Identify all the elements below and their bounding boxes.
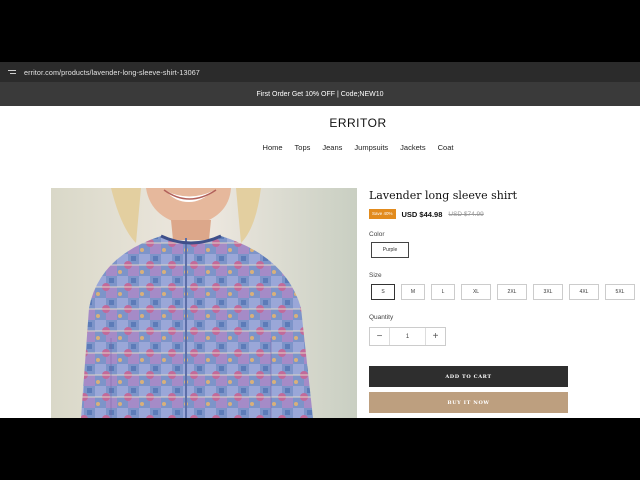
quantity-plus-button[interactable]: +: [426, 328, 445, 345]
product-title: Lavender long sleeve shirt: [369, 189, 518, 202]
nav-jeans[interactable]: Jeans: [322, 143, 342, 152]
add-to-cart-button[interactable]: ADD TO CART: [369, 366, 568, 387]
size-option-xl[interactable]: XL: [461, 284, 491, 300]
store-logo[interactable]: ERRITOR: [0, 116, 640, 130]
product-image[interactable]: [51, 188, 357, 418]
size-option-m[interactable]: M: [401, 284, 425, 300]
size-option-2xl[interactable]: 2XL: [497, 284, 527, 300]
main-nav: Home Tops Jeans Jumpsuits Jackets Coat: [0, 143, 640, 152]
size-option-s[interactable]: S: [371, 284, 395, 300]
size-label: Size: [369, 272, 382, 279]
size-option-5xl[interactable]: 5XL: [605, 284, 635, 300]
nav-jumpsuits[interactable]: Jumpsuits: [354, 143, 388, 152]
size-options: S M L XL 2XL 3XL 4XL 5XL: [371, 284, 635, 300]
quantity-stepper: − 1 +: [369, 327, 446, 346]
compare-price: USD $74.99: [448, 210, 484, 218]
url-text[interactable]: erritor.com/products/lavender-long-sleev…: [24, 68, 200, 77]
sale-price: USD $44.98: [401, 209, 443, 219]
nav-jackets[interactable]: Jackets: [400, 143, 425, 152]
tune-icon[interactable]: [8, 67, 18, 77]
buy-it-now-button[interactable]: BUY IT NOW: [369, 392, 568, 413]
price-row: Save 40% USD $44.98 USD $74.99: [369, 209, 484, 219]
nav-home[interactable]: Home: [263, 143, 283, 152]
size-option-l[interactable]: L: [431, 284, 455, 300]
quantity-minus-button[interactable]: −: [370, 328, 389, 345]
browser-viewport: erritor.com/products/lavender-long-sleev…: [0, 62, 640, 418]
nav-coat[interactable]: Coat: [438, 143, 454, 152]
nav-tops[interactable]: Tops: [295, 143, 311, 152]
color-option-purple[interactable]: Purple: [371, 242, 409, 258]
color-label: Color: [369, 231, 385, 238]
announcement-bar: First Order Get 10% OFF | Code;NEW10: [0, 82, 640, 106]
address-bar[interactable]: erritor.com/products/lavender-long-sleev…: [0, 62, 640, 82]
save-badge: Save 40%: [369, 209, 396, 219]
size-option-3xl[interactable]: 3XL: [533, 284, 563, 300]
size-option-4xl[interactable]: 4XL: [569, 284, 599, 300]
quantity-input[interactable]: 1: [389, 328, 426, 345]
quantity-label: Quantity: [369, 314, 394, 321]
